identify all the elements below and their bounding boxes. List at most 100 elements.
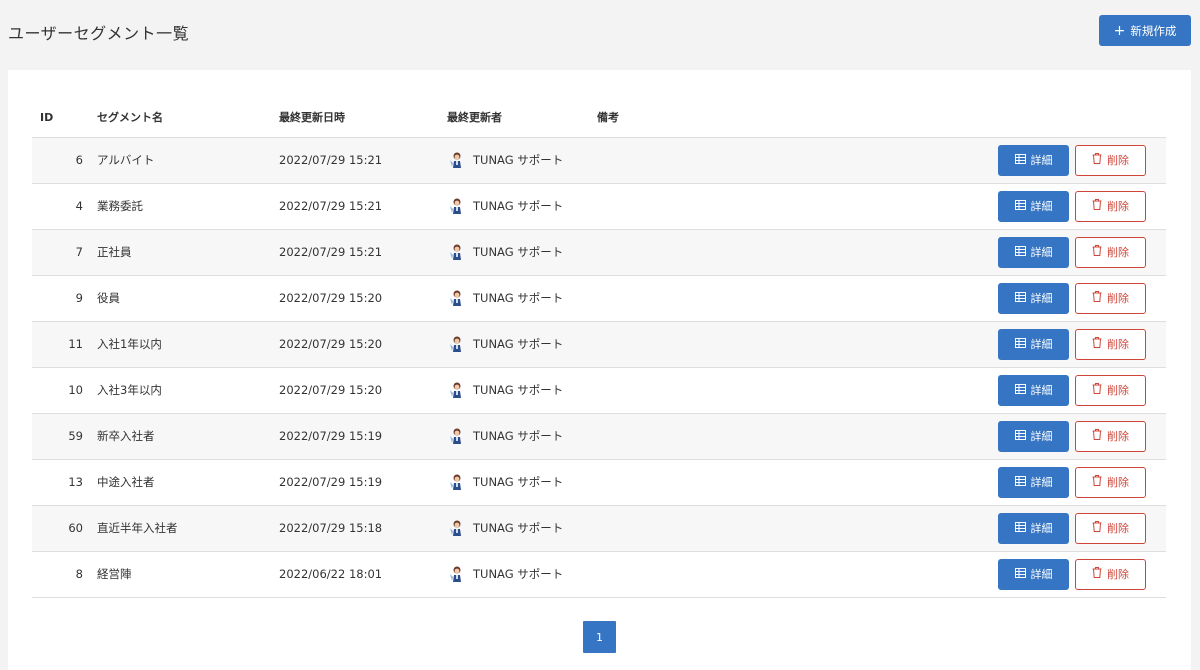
segment-note <box>597 321 986 367</box>
avatar <box>447 151 465 169</box>
detail-button[interactable]: 詳細 <box>998 236 1069 268</box>
detail-button-label: 詳細 <box>1030 338 1053 351</box>
updated-at: 2022/07/29 15:20 <box>279 291 383 305</box>
updated-by-name: TUNAG サポート <box>473 153 564 167</box>
delete-button[interactable]: 削除 <box>1075 512 1146 544</box>
trash-icon <box>1092 199 1102 213</box>
updated-at: 2022/06/22 18:01 <box>279 567 383 581</box>
updated-by: TUNAG サポート <box>447 427 597 445</box>
segment-id: 60 <box>68 521 83 535</box>
delete-button[interactable]: 削除 <box>1075 144 1146 176</box>
updated-by: TUNAG サポート <box>447 473 597 491</box>
trash-icon <box>1092 383 1102 397</box>
trash-icon <box>1092 245 1102 259</box>
avatar <box>447 197 465 215</box>
detail-button[interactable]: 詳細 <box>998 328 1069 360</box>
delete-button[interactable]: 削除 <box>1075 328 1146 360</box>
detail-button[interactable]: 詳細 <box>998 190 1069 222</box>
table-row: 4 業務委託 2022/07/29 15:21 TUNAG サポート 詳細 削除 <box>32 183 1166 229</box>
trash-icon <box>1092 291 1102 305</box>
detail-button[interactable]: 詳細 <box>998 374 1069 406</box>
delete-button[interactable]: 削除 <box>1075 190 1146 222</box>
segment-note <box>597 459 986 505</box>
updated-at: 2022/07/29 15:19 <box>279 429 383 443</box>
detail-button-label: 詳細 <box>1030 246 1053 259</box>
updated-at: 2022/07/29 15:20 <box>279 337 383 351</box>
delete-button[interactable]: 削除 <box>1075 558 1146 590</box>
page-header: ユーザーセグメント一覧 + 新規作成 <box>0 0 1200 70</box>
trash-icon <box>1092 521 1102 535</box>
new-segment-button[interactable]: + 新規作成 <box>1099 15 1191 46</box>
updated-by: TUNAG サポート <box>447 243 597 261</box>
updated-by: TUNAG サポート <box>447 381 597 399</box>
table-icon <box>1014 383 1026 397</box>
updated-by-name: TUNAG サポート <box>473 521 564 535</box>
delete-button-label: 削除 <box>1107 338 1129 351</box>
table-row: 9 役員 2022/07/29 15:20 TUNAG サポート 詳細 削除 <box>32 275 1166 321</box>
new-segment-button-label: 新規作成 <box>1130 23 1177 38</box>
table-icon <box>1014 475 1026 489</box>
avatar <box>447 473 465 491</box>
updated-by: TUNAG サポート <box>447 151 597 169</box>
detail-button[interactable]: 詳細 <box>998 144 1069 176</box>
segment-id: 8 <box>75 567 83 581</box>
segment-note <box>597 505 986 551</box>
updated-at: 2022/07/29 15:20 <box>279 383 383 397</box>
updated-by-name: TUNAG サポート <box>473 199 564 213</box>
delete-button[interactable]: 削除 <box>1075 282 1146 314</box>
table-icon <box>1014 245 1026 259</box>
avatar <box>447 565 465 583</box>
detail-button[interactable]: 詳細 <box>998 420 1069 452</box>
updated-at: 2022/07/29 15:21 <box>279 245 383 259</box>
detail-button-label: 詳細 <box>1030 568 1053 581</box>
delete-button-label: 削除 <box>1107 522 1129 535</box>
detail-button[interactable]: 詳細 <box>998 466 1069 498</box>
delete-button-label: 削除 <box>1107 568 1129 581</box>
segment-list-panel: ID セグメント名 最終更新日時 最終更新者 備考 6 アルバイト 2022/0… <box>8 70 1191 670</box>
page-title: ユーザーセグメント一覧 <box>8 24 190 43</box>
detail-button-label: 詳細 <box>1030 292 1053 305</box>
updated-by: TUNAG サポート <box>447 197 597 215</box>
column-header-updated-by: 最終更新者 <box>447 98 597 138</box>
avatar <box>447 335 465 353</box>
updated-at: 2022/07/29 15:18 <box>279 521 383 535</box>
segment-id: 6 <box>75 153 83 167</box>
pagination-page-1[interactable]: 1 <box>583 621 616 653</box>
delete-button-label: 削除 <box>1107 200 1129 213</box>
table-icon <box>1014 337 1026 351</box>
avatar <box>447 381 465 399</box>
column-header-id: ID <box>32 98 89 138</box>
delete-button[interactable]: 削除 <box>1075 374 1146 406</box>
delete-button-label: 削除 <box>1107 384 1129 397</box>
segment-id: 10 <box>68 383 83 397</box>
detail-button-label: 詳細 <box>1030 476 1053 489</box>
detail-button[interactable]: 詳細 <box>998 558 1069 590</box>
updated-at: 2022/07/29 15:21 <box>279 153 383 167</box>
delete-button[interactable]: 削除 <box>1075 420 1146 452</box>
table-row: 7 正社員 2022/07/29 15:21 TUNAG サポート 詳細 削除 <box>32 229 1166 275</box>
table-row: 11 入社1年以内 2022/07/29 15:20 TUNAG サポート 詳細… <box>32 321 1166 367</box>
delete-button[interactable]: 削除 <box>1075 236 1146 268</box>
trash-icon <box>1092 429 1102 443</box>
updated-by: TUNAG サポート <box>447 289 597 307</box>
updated-by-name: TUNAG サポート <box>473 337 564 351</box>
table-header-row: ID セグメント名 最終更新日時 最終更新者 備考 <box>32 98 1166 138</box>
segment-id: 11 <box>68 337 83 351</box>
table-icon <box>1014 291 1026 305</box>
table-row: 13 中途入社者 2022/07/29 15:19 TUNAG サポート 詳細 … <box>32 459 1166 505</box>
table-icon <box>1014 567 1026 581</box>
detail-button[interactable]: 詳細 <box>998 282 1069 314</box>
delete-button[interactable]: 削除 <box>1075 466 1146 498</box>
segment-name: 正社員 <box>97 245 132 259</box>
column-header-name: セグメント名 <box>89 98 279 138</box>
detail-button[interactable]: 詳細 <box>998 512 1069 544</box>
updated-by-name: TUNAG サポート <box>473 383 564 397</box>
delete-button-label: 削除 <box>1107 430 1129 443</box>
plus-icon: + <box>1113 22 1126 39</box>
segment-name: 新卒入社者 <box>97 429 155 443</box>
column-header-note: 備考 <box>597 98 986 138</box>
detail-button-label: 詳細 <box>1030 200 1053 213</box>
updated-by: TUNAG サポート <box>447 565 597 583</box>
segment-name: 役員 <box>97 291 120 305</box>
updated-by-name: TUNAG サポート <box>473 245 564 259</box>
